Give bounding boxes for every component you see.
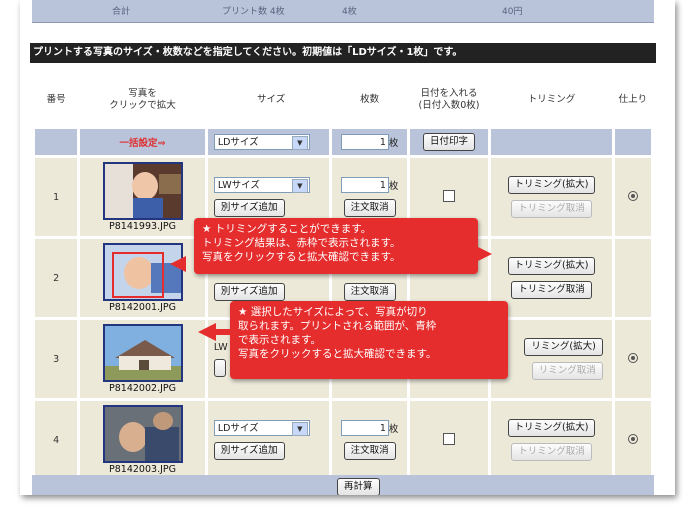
add-size-button[interactable]: 別サイズ追加: [213, 442, 285, 460]
callout-line: で表示されます。: [238, 334, 321, 346]
quantity-input[interactable]: 1: [340, 420, 389, 436]
quantity-unit: 枚: [388, 181, 399, 192]
chevron-down-icon: ▼: [291, 422, 308, 436]
add-size-button[interactable]: 別サイズ追加: [213, 199, 285, 217]
header-photo: 写真を クリックで拡大: [80, 74, 205, 126]
bulk-empty: [35, 129, 78, 155]
cancel-order-button[interactable]: 注文取消: [343, 199, 396, 217]
bulk-label: 一括設定⇒: [80, 129, 205, 155]
baby-photo-image: [104, 245, 181, 299]
callout-line: 写真をクリックすると拡大確認できます。: [202, 251, 401, 263]
trimming-cancel-button[interactable]: トリミング取消: [511, 281, 592, 299]
table-row: 4 P8142003.JPG LDサイズ ▼ 別サイズ追加 1 枚 注文取消 ト…: [35, 401, 651, 479]
baby-photo-image: [104, 164, 181, 218]
callout-line: トリミング結果は、赤枠で表示されます。: [202, 237, 401, 249]
recalculate-button[interactable]: 再計算: [337, 478, 380, 495]
total-bar: 合計 プリント数 4枚 4枚 40円: [32, 0, 654, 23]
row-number: 2: [35, 239, 78, 317]
add-size-button[interactable]: 別サイズ追加: [213, 283, 285, 301]
date-print-button[interactable]: 日付印字: [422, 133, 475, 151]
callout-line: 取られます。プリントされる範囲が、青枠: [238, 320, 437, 332]
header-date: 日付を入れる (日付入数0枚): [409, 74, 489, 126]
photo-thumbnail[interactable]: [102, 243, 183, 301]
photo-filename: P8141993.JPG: [109, 221, 176, 232]
finish-radio[interactable]: [627, 190, 638, 201]
table-header-row: 番号 写真を クリックで拡大 サイズ 枚数 日付を入れる (日付入数0枚) トリ…: [35, 74, 651, 126]
callout-line: ★ 選択したサイズによって、写真が切り: [238, 306, 428, 318]
bulk-quantity-input[interactable]: 1: [340, 134, 389, 150]
bulk-setting-row: 一括設定⇒ LDサイズ ▼ 1枚 日付印字: [35, 129, 651, 155]
date-checkbox[interactable]: [442, 189, 455, 202]
trimming-button[interactable]: トリミング(拡大): [507, 419, 596, 437]
trimming-cancel-button[interactable]: リミング取消: [531, 362, 603, 380]
total-print-count: プリント数 4枚: [222, 7, 285, 17]
header-size: サイズ: [207, 74, 330, 126]
trimming-button[interactable]: トリミング(拡大): [507, 257, 596, 275]
cancel-order-button[interactable]: 注文取消: [343, 283, 396, 301]
photo-thumbnail[interactable]: [102, 162, 183, 220]
bulk-size-select[interactable]: LDサイズ ▼: [213, 134, 310, 150]
callout-arrow-right: [476, 246, 492, 262]
baby-photo-image: [104, 407, 181, 461]
photo-filename: P8142002.JPG: [109, 383, 176, 394]
chevron-down-icon: ▼: [291, 179, 308, 193]
chevron-down-icon: ▼: [291, 136, 308, 150]
quantity-unit: 枚: [388, 424, 399, 435]
total-sheets: 4枚: [342, 7, 357, 17]
recalc-row: 再計算: [32, 475, 654, 495]
size-select[interactable]: LW: [214, 342, 228, 353]
photo-filename: P8142001.JPG: [109, 302, 176, 313]
trimming-button[interactable]: リミング(拡大): [524, 338, 603, 356]
header-number: 番号: [35, 74, 78, 126]
finish-radio[interactable]: [627, 433, 638, 444]
size-callout: ★ 選択したサイズによって、写真が切り 取られます。プリントされる範囲が、青枠 …: [230, 301, 508, 379]
cancel-order-button[interactable]: 注文取消: [343, 442, 396, 460]
house-photo-image: [104, 326, 181, 380]
row-number: 4: [35, 401, 78, 479]
page-frame: 合計 プリント数 4枚 4枚 40円 プリントする写真のサイズ・枚数などを指定し…: [20, 0, 675, 495]
quantity-input[interactable]: 1: [340, 177, 389, 193]
trimming-cancel-button[interactable]: トリミング取消: [511, 443, 592, 461]
add-size-button[interactable]: [213, 358, 226, 377]
header-finish: 仕上り: [614, 74, 651, 126]
callout-line: ★ トリミングすることができます。: [202, 223, 372, 235]
photo-thumbnail[interactable]: [102, 324, 183, 382]
total-price: 40円: [502, 7, 523, 17]
size-select[interactable]: LDサイズ ▼: [213, 420, 310, 436]
row-number: 1: [35, 158, 78, 236]
header-quantity: 枚数: [332, 74, 407, 126]
bulk-unit: 枚: [388, 138, 399, 149]
total-label: 合計: [112, 7, 131, 17]
trimming-callout: ★ トリミングすることができます。 トリミング結果は、赤枠で表示されます。 写真…: [194, 218, 478, 274]
row-number: 3: [35, 320, 78, 398]
size-select[interactable]: LWサイズ ▼: [213, 177, 310, 193]
photo-thumbnail[interactable]: [102, 405, 183, 463]
callout-arrow-stem: [214, 329, 232, 335]
callout-arrow-left: [170, 256, 186, 272]
header-trimming: トリミング: [491, 74, 612, 126]
finish-radio[interactable]: [627, 352, 638, 363]
instruction-bar: プリントする写真のサイズ・枚数などを指定してください。初期値は「LDサイズ・1枚…: [30, 43, 656, 63]
trimming-button[interactable]: トリミング(拡大): [507, 176, 596, 194]
photo-filename: P8142003.JPG: [109, 464, 176, 475]
date-checkbox[interactable]: [442, 432, 455, 445]
callout-line: 写真をクリックすると拡大確認できます。: [238, 348, 437, 360]
order-table: 番号 写真を クリックで拡大 サイズ 枚数 日付を入れる (日付入数0枚) トリ…: [32, 71, 654, 482]
trimming-cancel-button[interactable]: トリミング取消: [511, 200, 592, 218]
